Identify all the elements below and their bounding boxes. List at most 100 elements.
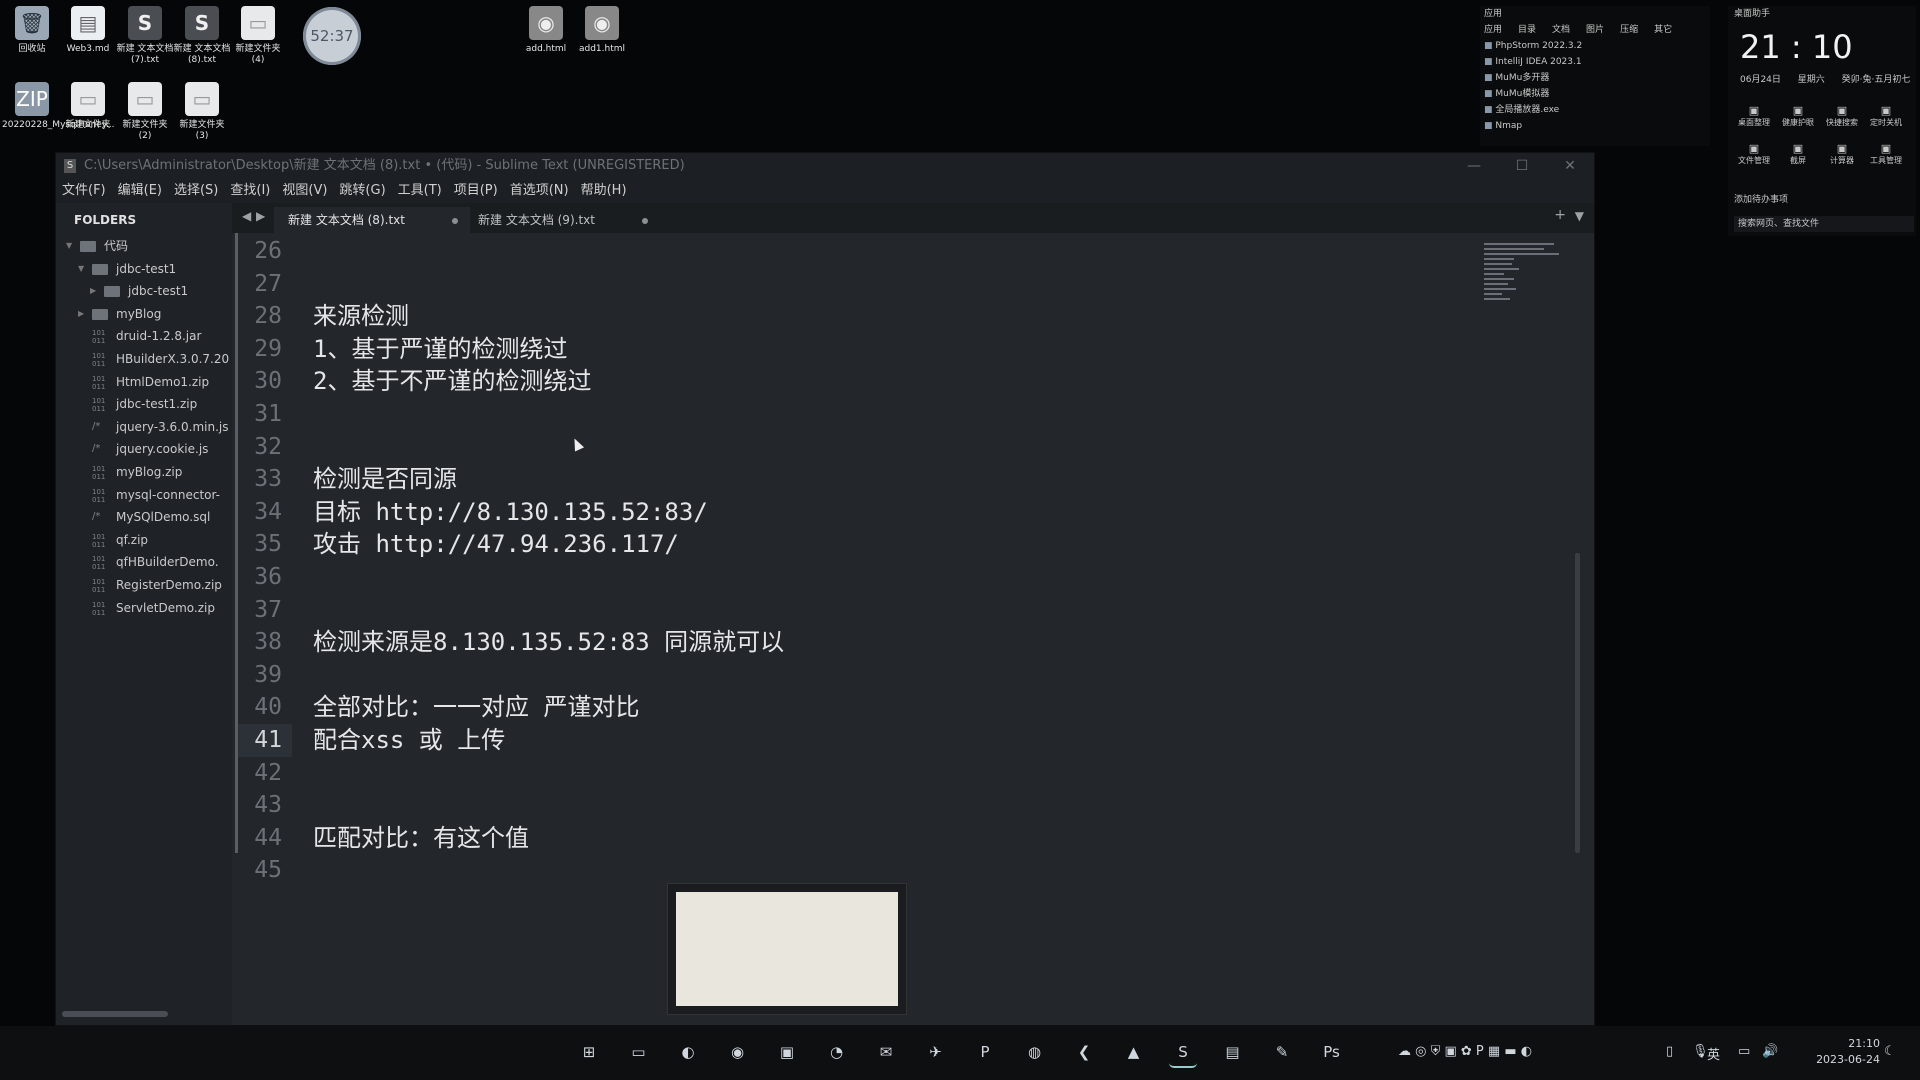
search-box[interactable]: 搜索网页、查找文件	[1734, 216, 1914, 232]
tab-next-icon[interactable]: ▶	[256, 209, 265, 223]
assistant-action[interactable]: ▣ 工具管理	[1864, 142, 1908, 166]
timer-widget[interactable]: 52:37	[303, 7, 361, 65]
sublime-icon[interactable]: S	[1169, 1038, 1197, 1068]
tray-icons[interactable]: ☁ ◎ ⛨ ▣ ✿ P ▦ ▬ ◐	[1398, 1044, 1532, 1059]
phpstorm-icon[interactable]: P	[971, 1038, 999, 1066]
menu-item[interactable]: 工具(T)	[398, 183, 442, 198]
tab[interactable]: 新建 文本文档 (9).txt	[464, 207, 660, 233]
sidebar-tree-item[interactable]: 101 011 HtmlDemo1.zip	[56, 371, 232, 394]
code-line[interactable]: 32	[232, 431, 1584, 464]
apps-tab[interactable]: 应用	[1484, 25, 1502, 35]
assistant-action[interactable]: ▣ 桌面整理	[1732, 104, 1776, 128]
sidebar-tree-item[interactable]: 101 011 HBuilderX.3.0.7.20	[56, 348, 232, 371]
taskbar-preview-thumbnail[interactable]	[667, 883, 907, 1015]
unsaved-dot-icon[interactable]	[452, 218, 458, 224]
desktop-icon[interactable]: S 新建 文本文档 (8).txt	[172, 6, 232, 66]
menu-item[interactable]: 项目(P)	[454, 183, 498, 198]
desktop-icon[interactable]: ◉ add1.html	[572, 6, 632, 55]
notes-icon[interactable]: ▤	[1219, 1038, 1247, 1066]
code-line[interactable]: 36	[232, 561, 1584, 594]
notification-icon[interactable]: ☾	[1884, 1044, 1896, 1059]
desktop-icon[interactable]: S 新建 文本文档 (7).txt	[115, 6, 175, 66]
apps-tab[interactable]: 文档	[1552, 25, 1570, 35]
sidebar-tree-item[interactable]: /* jquery-3.6.0.min.js	[56, 416, 232, 439]
edge-icon[interactable]: ◐	[674, 1038, 702, 1066]
usb-icon[interactable]: ▯	[1666, 1044, 1673, 1059]
desktop-icon[interactable]: ▭ 新建文件夹 (2)	[115, 82, 175, 142]
apps-tab[interactable]: 压缩	[1620, 25, 1638, 35]
monitor-icon[interactable]: ▲	[1120, 1038, 1148, 1066]
code-line[interactable]: 26	[232, 235, 1584, 268]
menu-item[interactable]: 选择(S)	[174, 183, 218, 198]
code-line[interactable]: 30 2、基于不严谨的检测绕过	[232, 365, 1584, 398]
app-launcher-item[interactable]: ■ MuMu多开器	[1484, 70, 1710, 86]
sidebar-tree-item[interactable]: ▶ jdbc-test1	[56, 280, 232, 303]
taskbar-clock[interactable]: 21:10 2023-06-24	[1816, 1036, 1880, 1068]
code-line[interactable]: 27	[232, 268, 1584, 301]
app-launcher-item[interactable]: ■ 全局播放器.exe	[1484, 102, 1710, 118]
app-launcher-item[interactable]: ■ MuMu模拟器	[1484, 86, 1710, 102]
network-icon[interactable]: ▭	[1738, 1044, 1750, 1059]
code-line[interactable]: 42	[232, 757, 1584, 790]
app-launcher-item[interactable]: ■ IntelliJ IDEA 2023.1	[1484, 54, 1710, 70]
code-line[interactable]: 29 1、基于严谨的检测绕过	[232, 333, 1584, 366]
minimize-button[interactable]: —	[1454, 153, 1494, 179]
sidebar-tree-item[interactable]: 101 011 qf.zip	[56, 529, 232, 552]
desktop-icon[interactable]: ▭ 新建文件夹 (3)	[172, 82, 232, 142]
desktop-icon[interactable]: ZIP 20220228_MysqlHoney...	[2, 82, 114, 131]
menu-item[interactable]: 首选项(N)	[510, 183, 569, 198]
volume-icon[interactable]: 🔊	[1762, 1044, 1778, 1059]
store-icon[interactable]: ▣	[773, 1038, 801, 1066]
code-line[interactable]: 28 来源检测	[232, 300, 1584, 333]
assistant-action[interactable]: ▣ 快捷搜索	[1820, 104, 1864, 128]
apps-tab[interactable]: 图片	[1586, 25, 1604, 35]
assistant-action[interactable]: ▣ 截屏	[1776, 142, 1820, 166]
start-icon[interactable]: ⊞	[575, 1038, 603, 1066]
menu-item[interactable]: 跳转(G)	[339, 183, 385, 198]
apps-tab[interactable]: 其它	[1654, 25, 1672, 35]
explorer-icon[interactable]: ▭	[625, 1038, 653, 1066]
sidebar-tree-item[interactable]: 101 011 mysql-connector-	[56, 484, 232, 507]
code-line[interactable]: 35 攻击 http://47.94.236.117/	[232, 528, 1584, 561]
maximize-button[interactable]: ☐	[1502, 153, 1542, 179]
tab-menu-icon[interactable]: ▼	[1575, 209, 1584, 223]
menu-item[interactable]: 查找(I)	[230, 183, 270, 198]
code-line[interactable]: 37	[232, 594, 1584, 627]
code-line[interactable]: 40 全部对比：一一对应 严谨对比	[232, 691, 1584, 724]
chevron-down-icon[interactable]: ▼	[78, 258, 84, 281]
new-tab-icon[interactable]: +	[1554, 207, 1566, 223]
ps-icon[interactable]: Ps	[1318, 1038, 1346, 1066]
mail2-icon[interactable]: ✎	[1268, 1038, 1296, 1066]
browser-icon[interactable]: ◍	[1021, 1038, 1049, 1066]
editor[interactable]: 26 27 28 来源检测 29 1、基于严谨的检测绕过 30 2、基于不严谨的检测绕过 31 3…	[232, 233, 1584, 1025]
code-line[interactable]: 34 目标 http://8.130.135.52:83/	[232, 496, 1584, 529]
app-launcher-item[interactable]: ■ PhpStorm 2022.3.2	[1484, 38, 1710, 54]
code-line[interactable]: 41 配合xss 或 上传	[232, 724, 1584, 757]
code-line[interactable]: 38 检测来源是8.130.135.52:83 同源就可以	[232, 626, 1584, 659]
sidebar-tree-item[interactable]: ▶ myBlog	[56, 303, 232, 326]
sidebar-tree-item[interactable]: 101 011 ServletDemo.zip	[56, 597, 232, 620]
desktop-icon[interactable]: ▭ 新建文件夹 (4)	[228, 6, 288, 66]
sidebar-tree-item[interactable]: 101 011 druid-1.2.8.jar	[56, 325, 232, 348]
sidebar-tree-item[interactable]: 101 011 jdbc-test1.zip	[56, 393, 232, 416]
chevron-down-icon[interactable]: ▼	[66, 235, 72, 258]
code-line[interactable]: 31	[232, 398, 1584, 431]
menu-item[interactable]: 视图(V)	[282, 183, 327, 198]
assistant-action[interactable]: ▣ 定时关机	[1864, 104, 1908, 128]
chevron-right-icon[interactable]: ▶	[90, 280, 96, 303]
unsaved-dot-icon[interactable]	[642, 218, 648, 224]
code-line[interactable]: 43	[232, 789, 1584, 822]
mail-icon[interactable]: ✉	[872, 1038, 900, 1066]
desktop-icon[interactable]: 🗑 回收站	[2, 6, 62, 55]
assistant-action[interactable]: ▣ 文件管理	[1732, 142, 1776, 166]
code-line[interactable]: 33 检测是否同源	[232, 463, 1584, 496]
tab-active[interactable]: 新建 文本文档 (8).txt	[274, 207, 470, 233]
network-icon[interactable]: ✈	[922, 1038, 950, 1066]
desktop-icon[interactable]: ◉ add.html	[516, 6, 576, 55]
steam-icon[interactable]: ◔	[823, 1038, 851, 1066]
sidebar-scrollbar[interactable]	[62, 1011, 168, 1017]
assistant-action[interactable]: ▣ 健康护眼	[1776, 104, 1820, 128]
code-line[interactable]: 45	[232, 854, 1584, 887]
code-line[interactable]: 44 匹配对比：有这个值	[232, 822, 1584, 855]
sidebar-tree-item[interactable]: 101 011 RegisterDemo.zip	[56, 574, 232, 597]
